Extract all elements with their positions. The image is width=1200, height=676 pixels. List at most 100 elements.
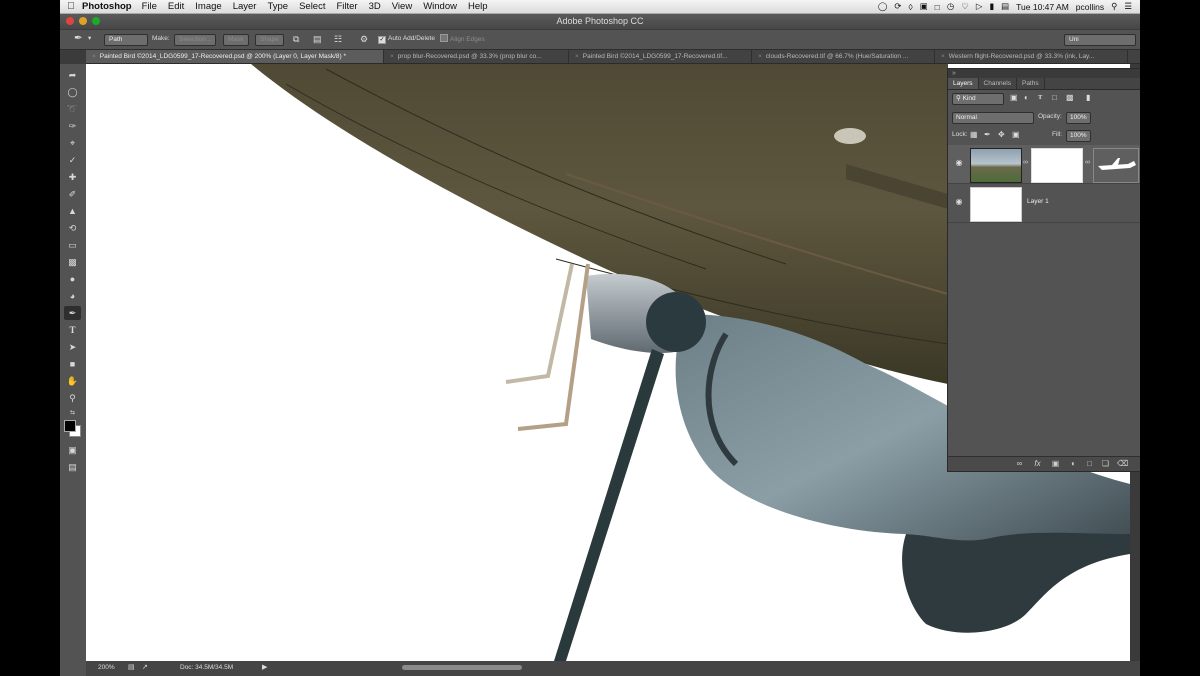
close-tab-icon[interactable]: × — [758, 53, 762, 60]
foreground-color-swatch[interactable] — [64, 420, 76, 432]
close-window-icon[interactable] — [66, 17, 74, 25]
menu-select[interactable]: Select — [299, 1, 325, 12]
healing-brush-icon[interactable]: ✚ — [64, 170, 81, 184]
collapse-panel-icon[interactable]: » — [952, 70, 956, 77]
gradient-icon[interactable]: ▩ — [64, 255, 81, 269]
creative-cloud-icon[interactable]: ◯ — [878, 1, 888, 12]
close-tab-icon[interactable]: × — [575, 53, 579, 60]
menu-edit[interactable]: Edit — [168, 1, 184, 12]
blur-icon[interactable]: ● — [64, 272, 81, 286]
link-icon[interactable]: ∞ — [1085, 159, 1090, 166]
tab-layers[interactable]: Layers — [948, 78, 979, 89]
eyedropper-icon[interactable]: ✓ — [64, 153, 81, 167]
screen-mode-icon[interactable]: ▤ — [64, 460, 81, 474]
tab-clouds[interactable]: × clouds-Recovered.tif @ 66.7% (Hue/Satur… — [752, 50, 935, 63]
hand-tool-icon[interactable]: ✋ — [64, 374, 81, 388]
new-layer-icon[interactable]: ❏ — [1100, 459, 1111, 469]
wifi-icon[interactable]: ♡ — [961, 1, 969, 12]
adjustment-layer-icon[interactable]: ◐ — [1068, 459, 1079, 469]
eye-icon[interactable]: ◉ — [954, 197, 964, 207]
filter-pixel-icon[interactable]: ▣ — [1010, 93, 1018, 103]
app-menu[interactable]: Photoshop — [82, 1, 132, 12]
sync-icon[interactable]: ⟳ — [894, 1, 901, 12]
quick-mask-icon[interactable]: ▣ — [64, 443, 81, 457]
zoom-window-icon[interactable] — [92, 17, 100, 25]
pen-tool-icon[interactable]: ✒ — [64, 306, 81, 320]
path-selection-icon[interactable]: ➤ — [64, 340, 81, 354]
apple-icon[interactable]:  — [60, 1, 82, 12]
make-mask-button[interactable]: Mask — [223, 34, 249, 46]
menu-image[interactable]: Image — [195, 1, 221, 12]
menu-file[interactable]: File — [142, 1, 157, 12]
screen-icon[interactable]: □ — [935, 2, 940, 12]
menu-3d[interactable]: 3D — [369, 1, 381, 12]
layer-thumbnail[interactable] — [970, 148, 1022, 183]
filter-smart-object-icon[interactable]: ▩ — [1066, 93, 1074, 103]
share-icon[interactable]: ▤ — [128, 663, 135, 671]
fx-icon[interactable]: fx — [1032, 459, 1043, 469]
quick-selection-icon[interactable]: ✑ — [64, 119, 81, 133]
fill-field[interactable]: 100% — [1066, 130, 1091, 142]
filter-toggle-icon[interactable]: ▮ — [1086, 93, 1090, 103]
blend-mode-select[interactable]: Normal — [952, 112, 1034, 124]
horizontal-scrollbar-thumb[interactable] — [402, 665, 522, 670]
trash-icon[interactable]: ⌫ — [1117, 459, 1128, 469]
volume-icon[interactable]: ▷ — [976, 1, 983, 12]
layer-row-layer-0[interactable]: ◉ ∞ ∞ — [948, 145, 1140, 184]
new-group-icon[interactable]: □ — [1084, 459, 1095, 469]
lock-image-icon[interactable]: ✒ — [984, 130, 991, 140]
path-alignment-icon[interactable]: ▤ — [313, 34, 322, 44]
lock-position-icon[interactable]: ✥ — [998, 130, 1005, 140]
vector-mask-thumbnail[interactable] — [1093, 148, 1139, 183]
close-tab-icon[interactable]: × — [941, 53, 945, 60]
layer-name[interactable]: Layer 1 — [1027, 198, 1049, 205]
status-menu-icon[interactable]: ▶ — [262, 663, 267, 671]
move-tool-icon[interactable]: ➦ — [64, 68, 81, 82]
tab-painted-bird-psd[interactable]: × Painted Bird ©2014_LDG0599_17-Recovered… — [86, 50, 384, 63]
filter-adjustment-icon[interactable]: ◐ — [1024, 93, 1029, 103]
crop-icon[interactable]: ⌖ — [64, 136, 81, 150]
dodge-icon[interactable]: ◕ — [64, 289, 81, 303]
menu-window[interactable]: Window — [423, 1, 457, 12]
pen-mode-select[interactable]: Path — [104, 34, 148, 46]
close-tab-icon[interactable]: × — [390, 53, 394, 60]
clone-stamp-icon[interactable]: ▲ — [64, 204, 81, 218]
path-operations-icon[interactable]: ⧉ — [293, 34, 299, 44]
filter-type-icon[interactable]: T — [1038, 93, 1042, 103]
layer-filter-select[interactable]: ⚲ Kind — [952, 93, 1004, 105]
notification-center-icon[interactable]: ☰ — [1124, 1, 1132, 12]
lock-transparent-icon[interactable]: ▦ — [970, 130, 978, 140]
eraser-icon[interactable]: ▭ — [64, 238, 81, 252]
workspace-select[interactable]: Uni — [1064, 34, 1136, 46]
display-icon[interactable]: ▣ — [920, 1, 928, 12]
auto-add-delete-checkbox[interactable]: ✓ Auto Add/Delete — [378, 34, 435, 44]
minimize-window-icon[interactable] — [79, 17, 87, 25]
user-name[interactable]: pcollins — [1076, 2, 1104, 12]
link-layers-icon[interactable]: ∞ — [1014, 459, 1025, 469]
tab-western-flight[interactable]: × Western flight-Recovered.psd @ 33.3% (i… — [935, 50, 1128, 63]
zoom-tool-icon[interactable]: ⚲ — [64, 391, 81, 405]
layer-mask-thumbnail[interactable] — [1031, 148, 1083, 183]
gear-icon[interactable]: ⚙ — [360, 34, 368, 44]
rectangle-tool-icon[interactable]: ■ — [64, 357, 81, 371]
input-menu-icon[interactable]: ▤ — [1001, 1, 1009, 12]
type-tool-icon[interactable]: T — [64, 323, 81, 337]
align-edges-checkbox[interactable]: Align Edges — [440, 34, 485, 44]
history-brush-icon[interactable]: ⟲ — [64, 221, 81, 235]
menu-type[interactable]: Type — [267, 1, 288, 12]
tool-preset-chevron-icon[interactable]: ▾ — [88, 34, 91, 44]
layer-row-layer-1[interactable]: ◉ Layer 1 — [948, 184, 1140, 223]
menu-filter[interactable]: Filter — [336, 1, 357, 12]
battery-icon[interactable]: ▮ — [989, 1, 994, 12]
lock-all-icon[interactable]: ▣ — [1012, 130, 1020, 140]
make-shape-button[interactable]: Shape — [255, 34, 284, 46]
tab-painted-bird-tif[interactable]: × Painted Bird ©2014_LDG0599_17-Recovered… — [569, 50, 752, 63]
elliptical-marquee-icon[interactable]: ◯ — [64, 85, 81, 99]
menu-help[interactable]: Help — [468, 1, 488, 12]
spotlight-icon[interactable]: ⚲ — [1111, 1, 1117, 12]
path-arrangement-icon[interactable]: ☷ — [334, 34, 342, 44]
lasso-icon[interactable]: ➰ — [64, 102, 81, 116]
tab-prop-blur[interactable]: × prop blur-Recovered.psd @ 33.3% (prop b… — [384, 50, 569, 63]
menu-view[interactable]: View — [392, 1, 412, 12]
tab-channels[interactable]: Channels — [979, 78, 1017, 89]
